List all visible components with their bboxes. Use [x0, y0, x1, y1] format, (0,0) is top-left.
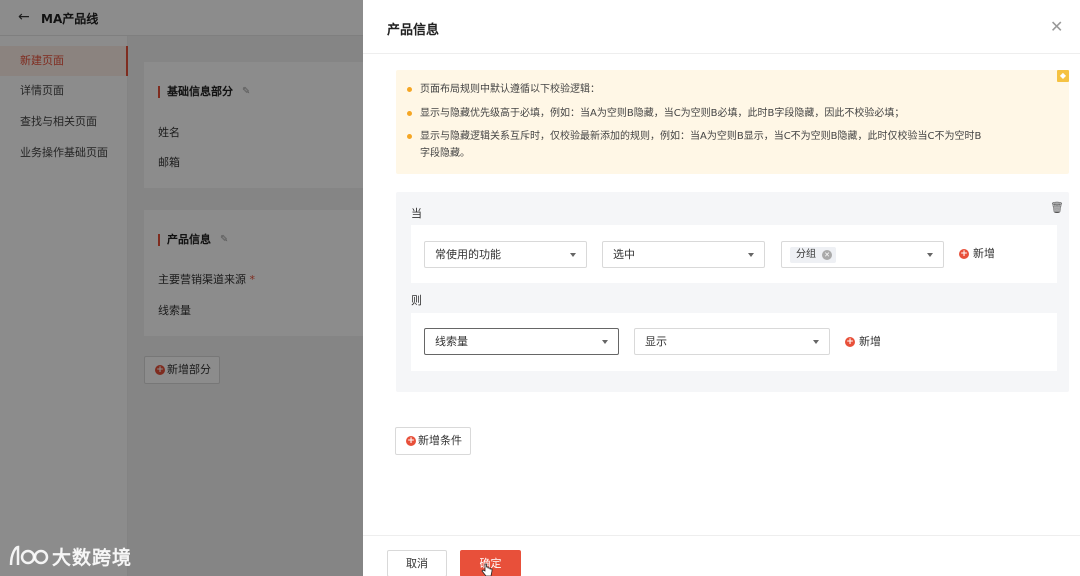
bullet-icon	[407, 134, 412, 139]
value-tag: 分组 ✕	[790, 247, 836, 263]
condition-field-select[interactable]: 常使用的功能	[424, 241, 587, 268]
caret-down-icon	[602, 340, 608, 344]
value-tag-label: 分组	[796, 249, 816, 260]
action-field-select[interactable]: 线索量	[424, 328, 619, 355]
notice-line: 显示与隐藏优先级高于必填，例如：当A为空则B隐藏，当C为空则B必填，此时B字段隐…	[420, 108, 905, 119]
add-condition-button[interactable]: + 新增条件	[395, 427, 471, 455]
rule-panel: 当 🗑 常使用的功能 选中 分组 ✕ + 新增 则 线索量 显示 + 新增	[396, 192, 1069, 392]
drawer-title: 产品信息	[387, 23, 440, 38]
watermark-logo-icon	[9, 545, 49, 566]
add-condition-value-button[interactable]: + 新增	[959, 247, 995, 261]
modal-overlay[interactable]	[0, 0, 363, 576]
when-label: 当	[411, 207, 422, 220]
tag-remove-icon[interactable]: ✕	[822, 250, 832, 260]
cancel-button[interactable]: 取消	[387, 550, 447, 576]
drawer-footer: 取消 确定	[363, 535, 1080, 576]
condition-operator-value: 选中	[613, 248, 635, 261]
trash-icon[interactable]: 🗑	[1050, 201, 1064, 214]
watermark: 大数跨境	[8, 541, 158, 571]
add-action-button[interactable]: + 新增	[845, 335, 881, 349]
add-condition-label: 新增条件	[418, 434, 462, 447]
add-label: 新增	[973, 247, 995, 260]
then-label: 则	[411, 294, 422, 307]
bullet-icon	[407, 111, 412, 116]
plus-circle-icon: +	[959, 249, 969, 259]
product-info-drawer: 产品信息 ✕ ◆ 页面布局规则中默认遵循以下校验逻辑： 显示与隐藏优先级高于必填…	[363, 0, 1080, 576]
add-label: 新增	[859, 335, 881, 348]
condition-value-select[interactable]: 分组 ✕	[781, 241, 944, 268]
condition-field-value: 常使用的功能	[435, 248, 501, 261]
bookmark-icon: ◆	[1057, 70, 1069, 82]
watermark-text: 大数跨境	[52, 547, 133, 569]
condition-operator-select[interactable]: 选中	[602, 241, 765, 268]
close-icon[interactable]: ✕	[1050, 19, 1063, 35]
condition-row: 常使用的功能 选中 分组 ✕ + 新增	[411, 225, 1057, 283]
plus-circle-icon: +	[406, 436, 416, 446]
notice-line: 页面布局规则中默认遵循以下校验逻辑：	[420, 84, 600, 95]
caret-down-icon	[813, 340, 819, 344]
notice-line: 显示与隐藏逻辑关系互斥时，仅校验最新添加的规则，例如：当A为空则B显示，当C不为…	[420, 131, 982, 142]
action-effect-value: 显示	[645, 335, 667, 348]
hand-cursor-icon	[481, 563, 493, 576]
caret-down-icon	[748, 253, 754, 257]
plus-circle-icon: +	[845, 337, 855, 347]
caret-down-icon	[570, 253, 576, 257]
notice-line: 字段隐藏。	[420, 148, 470, 159]
action-row: 线索量 显示 + 新增	[411, 313, 1057, 371]
drawer-header: 产品信息 ✕	[363, 0, 1080, 54]
bullet-icon	[407, 87, 412, 92]
notice-box: ◆ 页面布局规则中默认遵循以下校验逻辑： 显示与隐藏优先级高于必填，例如：当A为…	[396, 70, 1069, 174]
action-field-value: 线索量	[435, 335, 468, 348]
action-effect-select[interactable]: 显示	[634, 328, 830, 355]
caret-down-icon	[927, 253, 933, 257]
